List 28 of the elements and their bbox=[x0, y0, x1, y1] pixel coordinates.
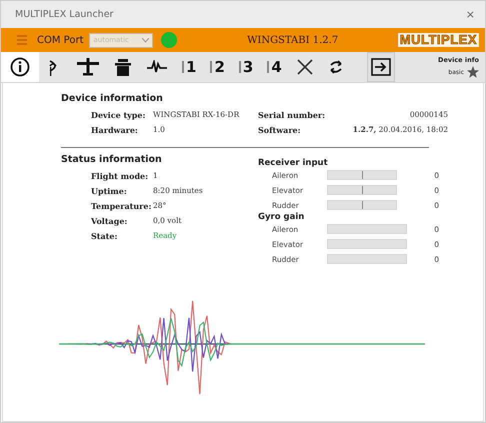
menu-icon bbox=[17, 35, 27, 45]
field-label: Software: bbox=[258, 125, 302, 135]
section-heading: Status information bbox=[61, 154, 163, 165]
toolbar-tab[interactable] bbox=[1, 52, 39, 82]
block-icon bbox=[115, 58, 131, 76]
section-heading: Receiver input bbox=[258, 158, 329, 168]
section-heading: Device information bbox=[61, 93, 164, 104]
field-label: Hardware: bbox=[91, 125, 139, 135]
com-port-label: COM Port bbox=[37, 34, 84, 46]
section-heading: Gyro gain bbox=[258, 212, 306, 222]
waveform-icon bbox=[147, 60, 167, 74]
field-label: Serial number: bbox=[258, 110, 326, 120]
field-label: Uptime: bbox=[91, 186, 128, 196]
field-label: Temperature: bbox=[91, 201, 152, 211]
brand-logo: MULTIPLEX bbox=[398, 33, 479, 47]
caret-icon bbox=[142, 38, 150, 42]
tools-icon bbox=[296, 59, 313, 75]
device-title: WINGSTABI 1.2.7 bbox=[246, 34, 340, 46]
info-icon bbox=[10, 57, 30, 77]
window-title: MULTIPLEX Launcher bbox=[15, 9, 114, 20]
field-label: State: bbox=[91, 231, 118, 241]
exit-button[interactable] bbox=[366, 52, 395, 82]
field-label: Device type: bbox=[91, 110, 146, 120]
star-icon bbox=[467, 66, 479, 78]
sync-icon bbox=[328, 59, 343, 75]
field-label: Voltage: bbox=[91, 216, 128, 226]
field-label: Flight mode: bbox=[91, 171, 150, 181]
airplane-icon bbox=[77, 58, 99, 76]
